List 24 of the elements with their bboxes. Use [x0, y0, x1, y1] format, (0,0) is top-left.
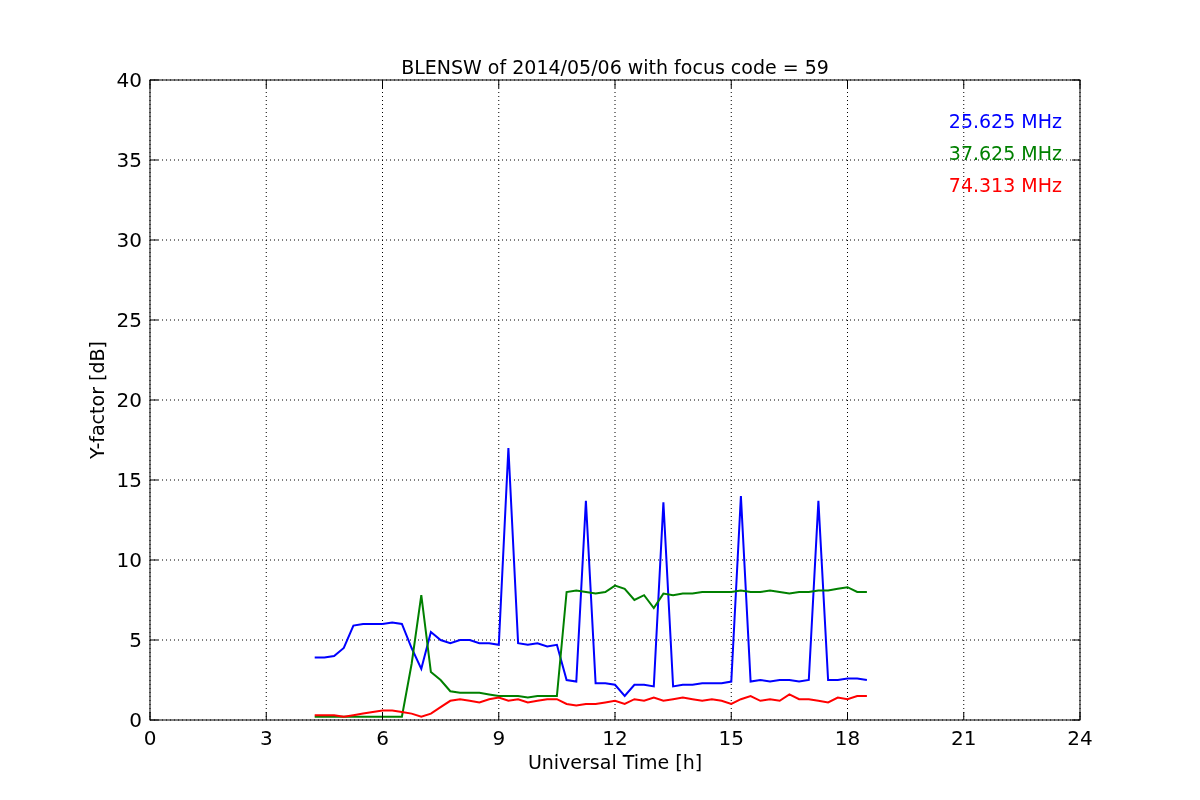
- legend-label: 37.625 MHz: [948, 142, 1062, 164]
- x-axis-label: Universal Time [h]: [527, 751, 703, 773]
- y-tick-label: 35: [116, 148, 142, 172]
- y-tick-label: 5: [129, 628, 142, 652]
- y-tick-label: 10: [116, 548, 142, 572]
- y-tick-label: 25: [116, 308, 142, 332]
- y-tick-label: 20: [116, 388, 142, 412]
- chart-title: BLENSW of 2014/05/06 with focus code = 59: [401, 56, 829, 78]
- legend-label: 25.625 MHz: [948, 110, 1062, 132]
- x-tick-label: 12: [602, 726, 628, 750]
- y-axis-label: Y-factor [dB]: [86, 341, 108, 459]
- x-tick-label: 21: [951, 726, 977, 750]
- x-tick-label: 24: [1067, 726, 1093, 750]
- x-tick-label: 9: [492, 726, 506, 750]
- legend-label: 74.313 MHz: [948, 174, 1062, 196]
- y-tick-label: 40: [116, 68, 142, 92]
- x-tick-label: 15: [718, 726, 744, 750]
- y-tick-label: 30: [116, 228, 142, 252]
- x-tick-label: 0: [143, 726, 157, 750]
- x-tick-label: 3: [259, 726, 273, 750]
- y-tick-label: 15: [116, 468, 142, 492]
- y-tick-label: 0: [129, 708, 142, 732]
- x-tick-label: 6: [376, 726, 389, 750]
- x-tick-label: 18: [834, 726, 861, 750]
